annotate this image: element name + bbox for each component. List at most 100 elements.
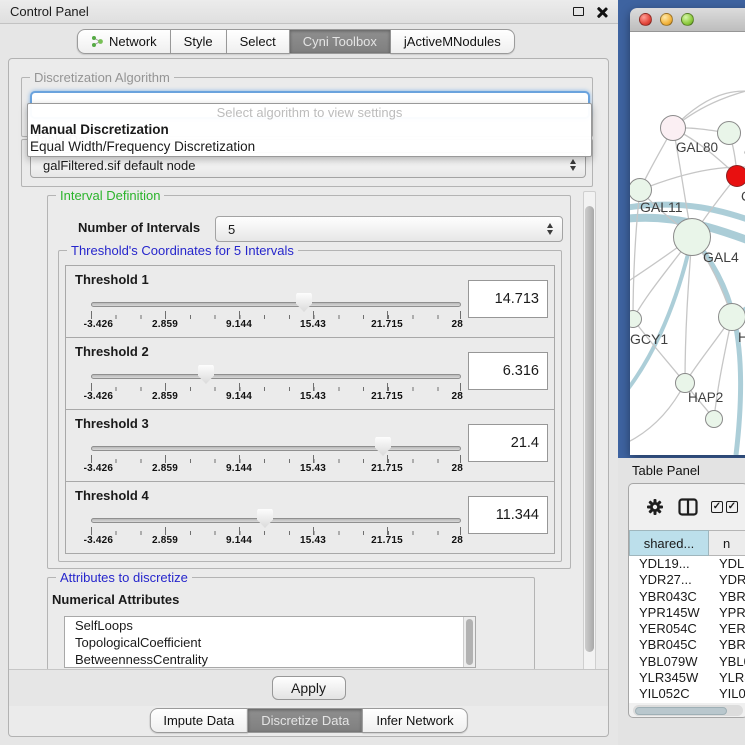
tab-infer-network[interactable]: Infer Network bbox=[363, 708, 467, 733]
panel-vertical-scrollbar[interactable] bbox=[583, 191, 596, 703]
table-row[interactable]: YBR045CYBR0 bbox=[629, 637, 745, 653]
threshold-2-label: Threshold 2 bbox=[75, 344, 149, 359]
threshold-coordinates-group: Threshold's Coordinates for 5 Intervals … bbox=[58, 250, 562, 562]
list-item-topologicalcoefficient[interactable]: TopologicalCoefficient bbox=[65, 634, 475, 651]
tab-cyni-toolbox[interactable]: Cyni Toolbox bbox=[290, 29, 391, 54]
threshold-4-panel: Threshold 4 -3.4262.8599.14415.4321.7152… bbox=[65, 481, 555, 554]
node-label-gal4: GAL4 bbox=[703, 249, 739, 265]
table-row[interactable]: YPR145WYPR1 bbox=[629, 605, 745, 621]
table-panel: Table Panel ✓ bbox=[618, 458, 745, 745]
checkbox-checked-icon[interactable]: ✓ bbox=[726, 501, 738, 513]
control-panel: Control Panel Network Style Select Cyni … bbox=[0, 0, 618, 745]
threshold-coordinates-group-label: Threshold's Coordinates for 5 Intervals bbox=[67, 243, 298, 258]
network-icon bbox=[91, 35, 104, 48]
combo-stepper-icon bbox=[570, 159, 585, 171]
node-top-right[interactable] bbox=[717, 121, 741, 145]
attributes-group: Attributes to discretize Numerical Attri… bbox=[47, 577, 535, 670]
settings-gear-icon[interactable] bbox=[645, 497, 665, 517]
threshold-2-slider-thumb[interactable] bbox=[198, 365, 214, 384]
list-item-betweennesscentrality[interactable]: BetweennessCentrality bbox=[65, 651, 475, 668]
table-row[interactable]: YDR27...YDR2 bbox=[629, 572, 745, 588]
table-row[interactable]: YDL19...YDL1 bbox=[629, 556, 745, 572]
threshold-3-ticks bbox=[91, 455, 461, 463]
discretization-algorithm-group: Discretization Algorithm Select algorith… bbox=[21, 77, 593, 137]
discretization-algorithm-group-label: Discretization Algorithm bbox=[30, 70, 174, 85]
threshold-stack: Threshold 1 -3.4262.8599.14415.4321.7152… bbox=[65, 266, 555, 554]
zoom-traffic-light[interactable] bbox=[681, 13, 694, 26]
tab-style-label: Style bbox=[184, 30, 213, 54]
threshold-3-label: Threshold 3 bbox=[75, 416, 149, 431]
node-bottom[interactable] bbox=[705, 410, 723, 428]
tab-cyni-toolbox-label: Cyni Toolbox bbox=[303, 30, 377, 54]
tab-style[interactable]: Style bbox=[171, 29, 227, 54]
tab-discretize-data-label: Discretize Data bbox=[261, 709, 349, 733]
network-canvas[interactable]: GAL80 G C GAL11 GAL4 GCY1 H HAP2 bbox=[630, 32, 745, 455]
close-icon[interactable] bbox=[596, 6, 608, 18]
threshold-2-ticks bbox=[91, 383, 461, 391]
tab-infer-network-label: Infer Network bbox=[376, 709, 453, 733]
attributes-scrollbar-thumb[interactable] bbox=[466, 619, 473, 665]
table-data-combo-value: galFiltered.sif default node bbox=[31, 158, 570, 173]
network-view-window: GAL80 G C GAL11 GAL4 GCY1 H HAP2 bbox=[630, 8, 745, 455]
tab-select-label: Select bbox=[240, 30, 276, 54]
threshold-4-ticks bbox=[91, 527, 461, 535]
list-item-selfloops[interactable]: SelfLoops bbox=[65, 617, 475, 634]
threshold-1-slider-track[interactable] bbox=[91, 302, 461, 307]
minimize-traffic-light[interactable] bbox=[660, 13, 673, 26]
attributes-list-scrollbar[interactable] bbox=[463, 617, 475, 667]
threshold-2-panel: Threshold 2 -3.4262.8599.14415.4321.7152… bbox=[65, 337, 555, 410]
popup-option-equal-width-frequency[interactable]: Equal Width/Frequency Discretization bbox=[28, 138, 591, 155]
threshold-2-slider-track[interactable] bbox=[91, 374, 461, 379]
column-header-shared-name[interactable]: shared... bbox=[629, 530, 709, 556]
table-row[interactable]: YBL079WYBL0 bbox=[629, 654, 745, 670]
tab-network-label: Network bbox=[109, 30, 157, 54]
panel-scrollbar-thumb[interactable] bbox=[585, 206, 594, 652]
numerical-attributes-label: Numerical Attributes bbox=[52, 592, 179, 607]
tab-network[interactable]: Network bbox=[77, 29, 171, 54]
threshold-1-slider-thumb[interactable] bbox=[296, 293, 312, 312]
interval-definition-group: Interval Definition Number of Intervals … bbox=[47, 195, 571, 569]
threshold-4-slider-track[interactable] bbox=[91, 518, 461, 523]
interval-definition-group-label: Interval Definition bbox=[56, 188, 164, 203]
threshold-3-slider-thumb[interactable] bbox=[375, 437, 391, 456]
tab-discretize-data[interactable]: Discretize Data bbox=[248, 708, 363, 733]
node-label-hap2: HAP2 bbox=[688, 390, 723, 405]
table-toolbar: ✓ ✓ bbox=[629, 484, 745, 530]
threshold-1-ticks bbox=[91, 311, 461, 319]
table-row[interactable]: YBR043CYBR0 bbox=[629, 589, 745, 605]
threshold-4-slider-thumb[interactable] bbox=[257, 509, 273, 528]
threshold-2-value-field[interactable]: 6.316 bbox=[468, 352, 548, 390]
number-of-intervals-combo[interactable]: 5 bbox=[215, 216, 563, 242]
threshold-3-slider-track[interactable] bbox=[91, 446, 461, 451]
threshold-3-panel: Threshold 3 -3.4262.8599.14415.4321.7152… bbox=[65, 409, 555, 482]
tab-select[interactable]: Select bbox=[227, 29, 290, 54]
tab-impute-data[interactable]: Impute Data bbox=[149, 708, 248, 733]
table-row[interactable]: YER054CYER0 bbox=[629, 621, 745, 637]
float-window-icon[interactable] bbox=[573, 7, 584, 16]
popup-option-manual-discretization[interactable]: Manual Discretization bbox=[28, 121, 591, 138]
node-right-mid[interactable] bbox=[718, 303, 745, 331]
node-selected-red[interactable] bbox=[726, 165, 745, 187]
threshold-1-tick-labels: -3.4262.8599.14415.4321.71528 bbox=[91, 319, 461, 331]
numerical-attributes-list: SelfLoops TopologicalCoefficient Between… bbox=[64, 616, 476, 668]
threshold-1-value-field[interactable]: 14.713 bbox=[468, 280, 548, 318]
checkbox-checked-icon[interactable]: ✓ bbox=[711, 501, 723, 513]
tab-jactivemnodules[interactable]: jActiveMNodules bbox=[391, 29, 515, 54]
node-gal80[interactable] bbox=[660, 115, 686, 141]
bottom-tab-bar: Impute Data Discretize Data Infer Networ… bbox=[149, 708, 467, 733]
table-hscrollbar-thumb[interactable] bbox=[635, 707, 727, 715]
apply-button[interactable]: Apply bbox=[272, 676, 346, 700]
table-row[interactable]: YIL052CYIL0 bbox=[629, 686, 745, 702]
table-panel-title: Table Panel bbox=[632, 463, 700, 478]
network-window-titlebar[interactable] bbox=[630, 8, 745, 32]
table-horizontal-scrollbar[interactable] bbox=[633, 705, 743, 716]
node-label-h-partial: H bbox=[738, 329, 745, 345]
split-columns-icon[interactable] bbox=[678, 498, 698, 516]
table-row[interactable]: YLR345WYLR3 bbox=[629, 670, 745, 686]
tab-jactivemnodules-label: jActiveMNodules bbox=[404, 30, 501, 54]
threshold-4-value-field[interactable]: 11.344 bbox=[468, 496, 548, 534]
threshold-3-tick-labels: -3.4262.8599.14415.4321.71528 bbox=[91, 463, 461, 475]
close-traffic-light[interactable] bbox=[639, 13, 652, 26]
column-header-name[interactable]: n bbox=[709, 530, 745, 556]
threshold-3-value-field[interactable]: 21.4 bbox=[468, 424, 548, 462]
